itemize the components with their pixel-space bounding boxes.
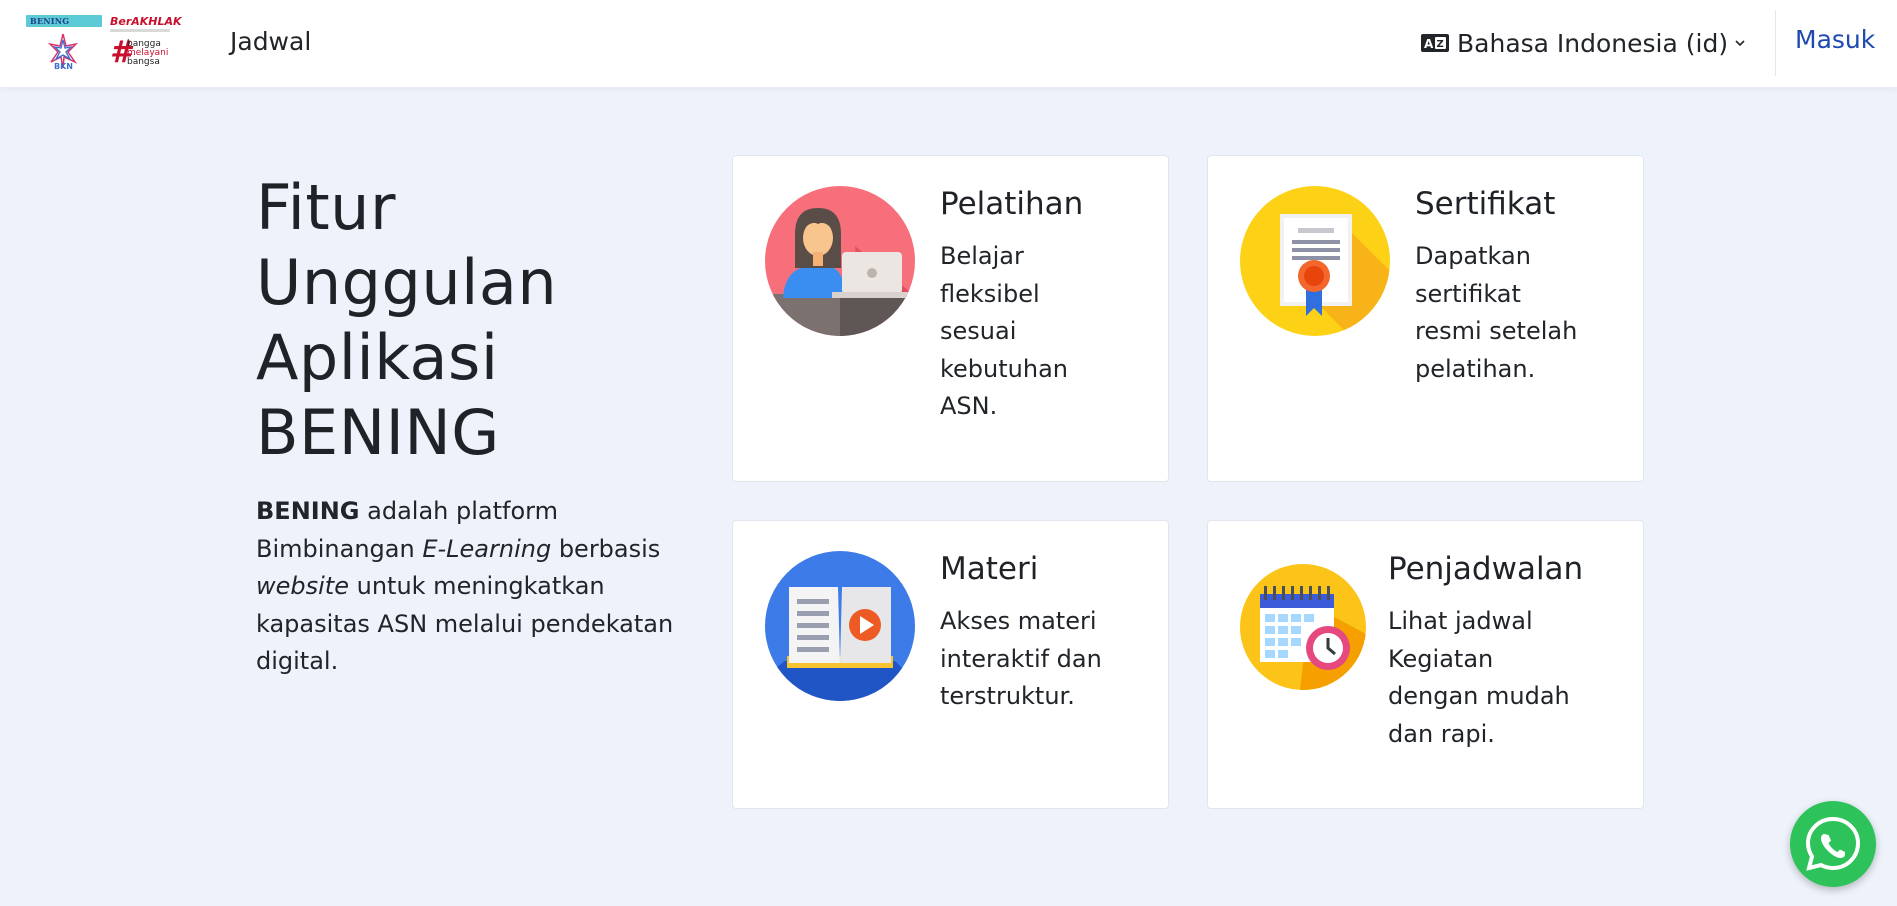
feature-title: Sertifikat [1415,186,1556,222]
hero-title-line: Fitur [256,171,396,244]
login-link[interactable]: Masuk [1795,25,1875,54]
hero-desc-text: berbasis [551,534,661,563]
trainee-laptop-icon [765,186,915,336]
site-logo[interactable]: BENING BKN BerAKHLAK # bangga melayani b… [26,12,182,74]
hero-desc-emphasis: E-Learning [422,534,552,563]
whatsapp-icon [1805,816,1861,871]
feature-title: Pelatihan [940,186,1084,222]
berakhlak-logo-subline [110,29,170,32]
hero-description: BENING adalah platform Bimbinangan E-Lea… [256,493,706,681]
berakhlak-logo-text: BerAKHLAK [110,15,182,28]
nav-divider [1775,10,1776,76]
feature-card-materi: Materi Akses materi interaktif dan terst… [732,520,1169,809]
whatsapp-button[interactable] [1790,801,1876,887]
feature-title: Penjadwalan [1388,551,1584,587]
feature-text: Lihat jadwal Kegiatan dengan mudah dan r… [1388,607,1570,748]
book-video-icon [765,551,915,701]
hero-desc-brand: BENING [256,497,360,525]
language-icon: A Z [1421,34,1449,52]
feature-card-pelatihan: Pelatihan Belajar fleksibel sesuai kebut… [732,155,1169,482]
bangsa-line: bangsa [127,57,160,67]
feature-card-penjadwalan: Penjadwalan Lihat jadwal Kegiatan dengan… [1207,520,1644,809]
bangga-melayani-logo: bangga melayani bangsa [127,40,168,67]
feature-text: Belajar fleksibel sesuai kebutuhan ASN. [940,242,1069,420]
svg-text:A: A [1424,37,1434,51]
language-label: Bahasa Indonesia (id) [1457,28,1729,58]
chevron-down-icon [1735,40,1745,47]
feature-title: Materi [940,551,1039,587]
feature-text: Dapatkan sertifikat resmi setelah pelati… [1415,242,1578,383]
certificate-icon [1240,186,1390,336]
hero-title-line: Unggulan [256,246,558,319]
hero-desc-emphasis: website [256,572,349,600]
nav-link-jadwal[interactable]: Jadwal [230,27,311,56]
feature-text: Akses materi interaktif dan terstruktur. [940,607,1102,710]
bkn-logo-text: BKN [54,62,73,71]
hero-title: Fitur Unggulan Aplikasi BENING [256,170,676,470]
bening-logo-text: BENING [30,16,70,26]
calendar-clock-icon [1240,564,1366,690]
svg-text:Z: Z [1437,39,1444,50]
top-navbar: BENING BKN BerAKHLAK # bangga melayani b… [0,0,1897,87]
language-selector[interactable]: A Z Bahasa Indonesia (id) [1420,25,1746,61]
hero-title-line: BENING [256,396,500,469]
hero-title-line: Aplikasi [256,321,499,394]
feature-card-sertifikat: Sertifikat Dapatkan sertifikat resmi set… [1207,155,1644,482]
